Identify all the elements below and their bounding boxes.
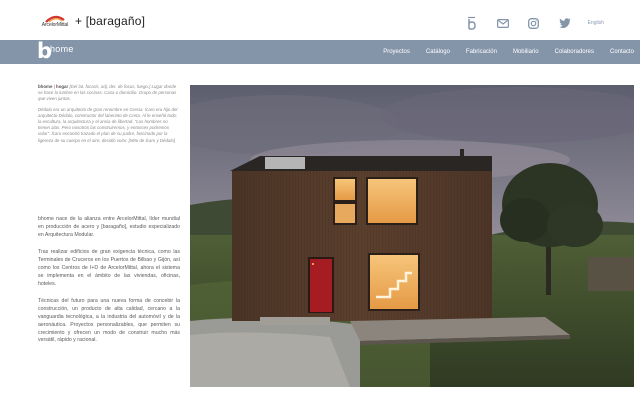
about-paragraph-2: Tras realizar edificios de gran exigenci… — [38, 249, 180, 287]
nav-item-fabricacion[interactable]: Fabricación — [466, 49, 497, 55]
language-switch[interactable]: English — [588, 20, 604, 26]
main-navbar: b home Proyectos Catálogo Fabricación Mo… — [0, 40, 640, 64]
twitter-icon[interactable] — [558, 16, 572, 30]
mail-icon[interactable] — [496, 16, 510, 30]
nav-item-mobiliario[interactable]: Mobiliario — [513, 49, 539, 55]
nav-item-colaboradores[interactable]: Colaboradores — [555, 49, 594, 55]
term-separator: | — [53, 84, 55, 89]
house — [230, 149, 492, 321]
about-text: bhome nace de la alianza entre ArcelorMi… — [38, 216, 180, 355]
bhome-b-icon[interactable] — [465, 16, 479, 30]
nav-item-proyectos[interactable]: Proyectos — [383, 49, 410, 55]
intro-column: bhome | hogar [Del lat. focaris, adj. de… — [38, 84, 180, 144]
instagram-icon[interactable] — [527, 16, 541, 30]
definition-text: bhome | hogar [Del lat. focaris, adj. de… — [38, 84, 180, 103]
bhome-logo-home: home — [50, 44, 74, 54]
nav-menu: Proyectos Catálogo Fabricación Mobiliari… — [367, 40, 634, 64]
social-icons: English — [448, 16, 604, 30]
myth-text: Dédalo era un arquitecto de gran renombr… — [38, 106, 178, 143]
about-paragraph-3: Técnicas del futuro para una nueva forma… — [38, 298, 180, 344]
arcelormittal-logo: ArcelorMittal — [38, 15, 72, 28]
top-header: ArcelorMittal + [baragaño] English — [0, 0, 640, 40]
baragano-text: + [baragaño] — [75, 14, 146, 28]
term-hogar: hogar — [56, 84, 69, 89]
brand-logo[interactable]: ArcelorMittal + [baragaño] — [38, 14, 145, 28]
nav-item-catalogo[interactable]: Catálogo — [426, 49, 450, 55]
hero-house-photo — [190, 85, 634, 387]
term-bhome: bhome — [38, 84, 53, 89]
about-paragraph-1: bhome nace de la alianza entre ArcelorMi… — [38, 216, 180, 238]
nav-item-contacto[interactable]: Contacto — [610, 49, 634, 55]
arcelormittal-text: ArcelorMittal — [41, 21, 69, 28]
bhome-logo[interactable]: b home — [37, 41, 89, 62]
